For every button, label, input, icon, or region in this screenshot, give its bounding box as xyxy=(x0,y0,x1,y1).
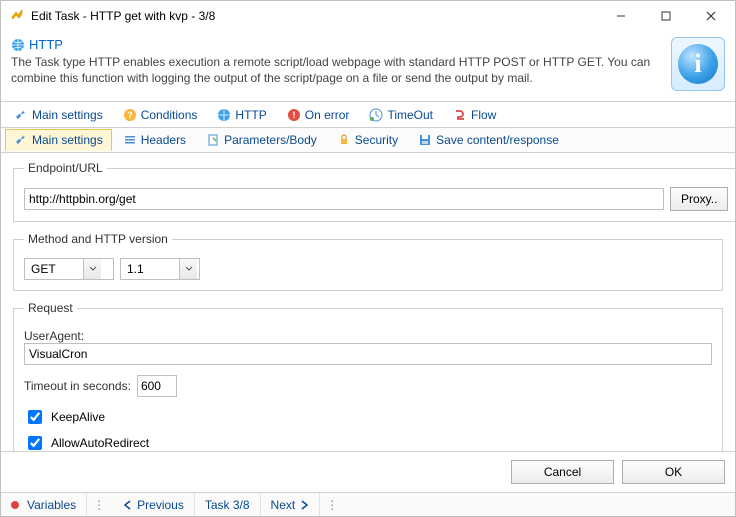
info-icon: i xyxy=(678,44,718,84)
error-icon: ! xyxy=(287,108,301,122)
tab-timeout[interactable]: TimeOut xyxy=(360,104,442,125)
statusbar: Variables ⋮ Previous Task 3/8 Next ⋮ xyxy=(1,492,735,516)
autoredirect-checkbox[interactable]: AllowAutoRedirect xyxy=(24,433,712,451)
separator-icon: ⋮ xyxy=(87,498,113,512)
info-button[interactable]: i xyxy=(671,37,725,91)
header-panel: HTTP The Task type HTTP enables executio… xyxy=(1,31,735,102)
clock-icon xyxy=(369,108,383,122)
timeout-input[interactable] xyxy=(137,375,177,397)
tab-conditions[interactable]: ? Conditions xyxy=(114,104,207,125)
subtab-headers[interactable]: Headers xyxy=(114,129,195,151)
autoredirect-input[interactable] xyxy=(28,436,42,450)
globe-icon xyxy=(217,108,231,122)
chevron-down-icon xyxy=(83,259,101,279)
request-legend: Request xyxy=(24,301,77,315)
window-title: Edit Task - HTTP get with kvp - 3/8 xyxy=(31,9,598,23)
subtab-save-content[interactable]: Save content/response xyxy=(409,129,568,151)
document-icon xyxy=(206,133,220,147)
page-title-label: HTTP xyxy=(29,37,63,52)
endpoint-input[interactable] xyxy=(24,188,664,210)
useragent-label: UserAgent: xyxy=(24,329,712,343)
method-combo[interactable]: GET xyxy=(24,258,114,280)
status-next[interactable]: Next xyxy=(261,493,321,516)
content-area: Endpoint/URL Proxy.. Method and HTTP ver… xyxy=(1,153,735,451)
status-variables[interactable]: Variables xyxy=(1,493,87,516)
page-title: HTTP xyxy=(11,37,661,52)
endpoint-group: Endpoint/URL Proxy.. xyxy=(13,161,735,222)
svg-text:!: ! xyxy=(292,110,295,120)
cancel-button[interactable]: Cancel xyxy=(511,460,614,484)
tab-main-settings[interactable]: Main settings xyxy=(5,104,112,125)
ok-button[interactable]: OK xyxy=(622,460,725,484)
maximize-button[interactable] xyxy=(643,2,688,31)
status-position: Task 3/8 xyxy=(195,493,261,516)
method-legend: Method and HTTP version xyxy=(24,232,172,246)
timeout-label: Timeout in seconds: xyxy=(24,379,131,393)
tab-http[interactable]: HTTP xyxy=(208,104,275,125)
tab-on-error[interactable]: ! On error xyxy=(278,104,359,125)
footer: Cancel OK xyxy=(1,451,735,492)
main-tabstrip: Main settings ? Conditions HTTP ! On err… xyxy=(1,102,735,128)
question-icon: ? xyxy=(123,108,137,122)
subtab-main-settings[interactable]: Main settings xyxy=(5,129,112,151)
minimize-button[interactable] xyxy=(598,2,643,31)
endpoint-legend: Endpoint/URL xyxy=(24,161,107,175)
save-icon xyxy=(418,133,432,147)
svg-text:?: ? xyxy=(127,110,133,120)
method-group: Method and HTTP version GET 1.1 xyxy=(13,232,723,291)
list-icon xyxy=(123,133,137,147)
arrow-right-icon xyxy=(299,500,309,510)
chevron-down-icon xyxy=(179,259,197,279)
app-icon xyxy=(9,8,25,24)
flow-icon xyxy=(453,108,467,122)
proxy-button[interactable]: Proxy.. xyxy=(670,187,728,211)
keepalive-checkbox[interactable]: KeepAlive xyxy=(24,407,712,427)
version-combo[interactable]: 1.1 xyxy=(120,258,200,280)
lock-icon xyxy=(337,133,351,147)
titlebar: Edit Task - HTTP get with kvp - 3/8 xyxy=(1,1,735,31)
subtab-parameters-body[interactable]: Parameters/Body xyxy=(197,129,326,151)
arrow-left-icon xyxy=(123,500,133,510)
request-group: Request UserAgent: Timeout in seconds: K… xyxy=(13,301,723,451)
wrench-icon xyxy=(14,133,28,147)
wrench-icon xyxy=(14,108,28,122)
page-desc: The Task type HTTP enables execution a r… xyxy=(11,54,661,86)
sub-tabstrip: Main settings Headers Parameters/Body Se… xyxy=(1,128,735,153)
subtab-security[interactable]: Security xyxy=(328,129,407,151)
useragent-input[interactable] xyxy=(24,343,712,365)
window: Edit Task - HTTP get with kvp - 3/8 HTTP… xyxy=(0,0,736,517)
keepalive-input[interactable] xyxy=(28,410,42,424)
close-button[interactable] xyxy=(688,2,733,31)
status-previous[interactable]: Previous xyxy=(113,493,195,516)
tab-flow[interactable]: Flow xyxy=(444,104,505,125)
separator-icon: ⋮ xyxy=(320,498,346,512)
globe-icon xyxy=(11,38,25,52)
